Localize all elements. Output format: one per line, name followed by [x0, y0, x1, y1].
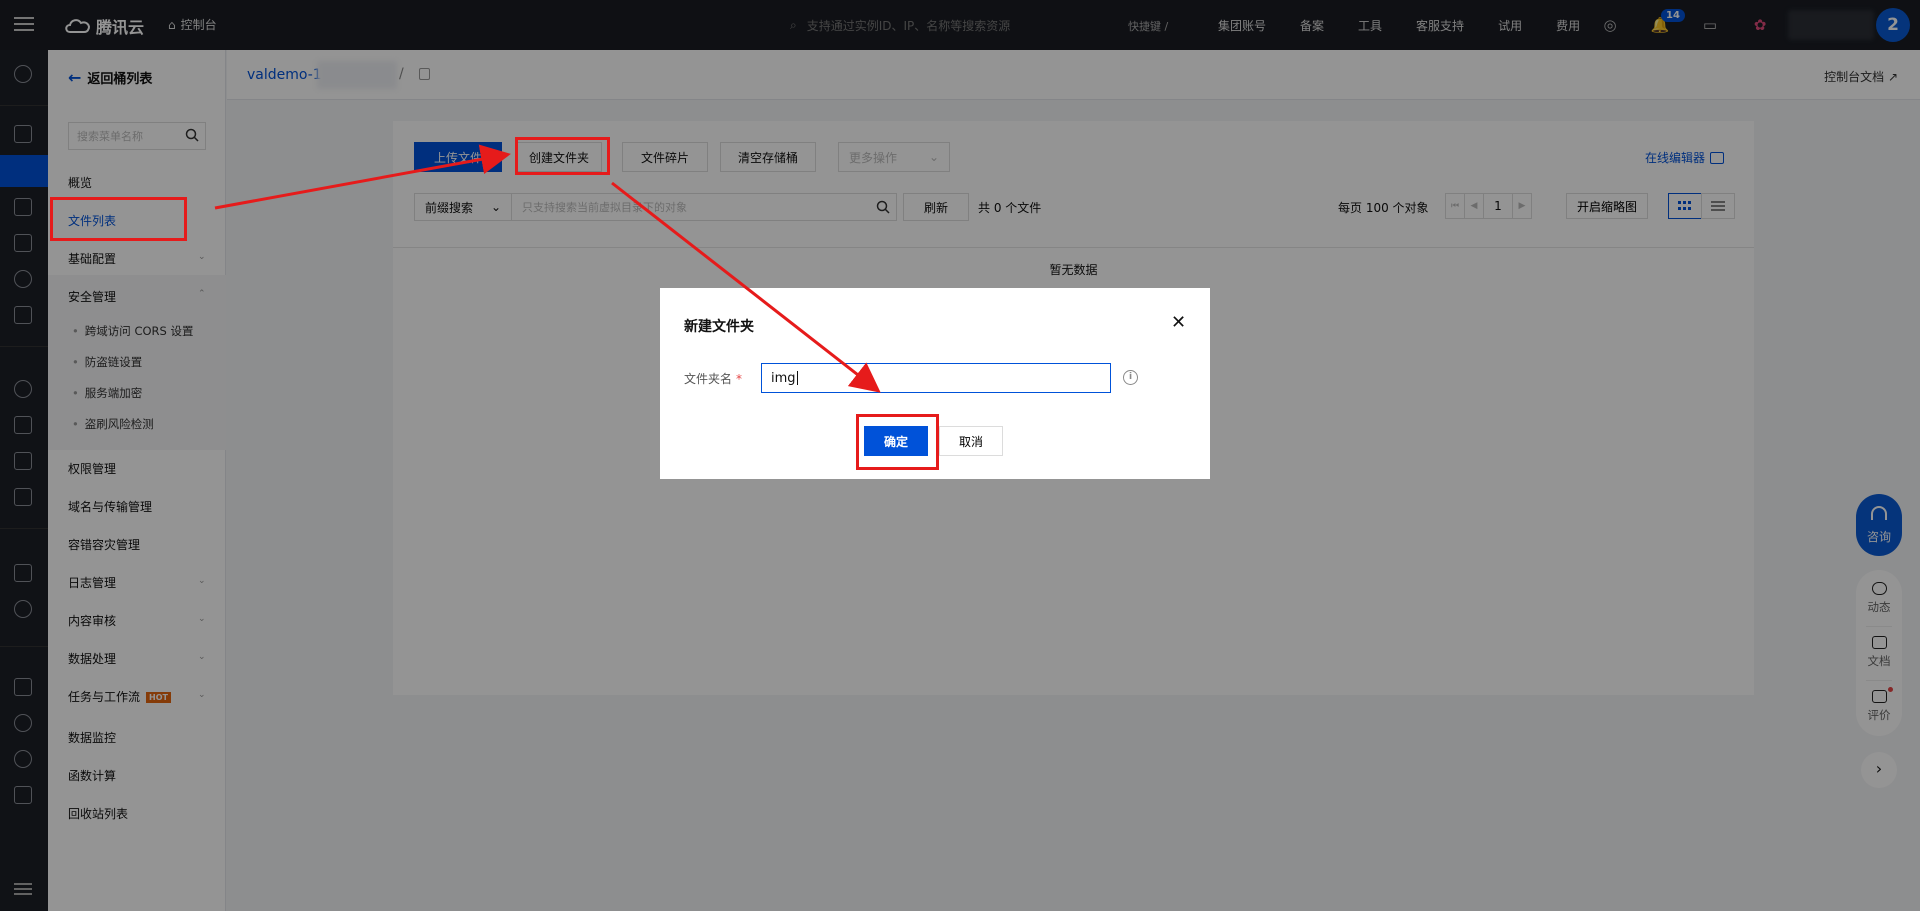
close-icon[interactable]: ✕ [1171, 312, 1186, 333]
cancel-button[interactable]: 取消 [939, 426, 1003, 456]
folder-name-input[interactable]: img [761, 363, 1111, 393]
required-mark: * [736, 372, 743, 386]
folder-name-label: 文件夹名 * [684, 372, 743, 386]
annotation-box-create-folder [515, 137, 610, 175]
annotation-box-file-list [50, 197, 187, 241]
dialog-title: 新建文件夹 [684, 319, 754, 335]
annotation-box-confirm [856, 414, 939, 470]
info-icon[interactable]: i [1123, 370, 1138, 385]
